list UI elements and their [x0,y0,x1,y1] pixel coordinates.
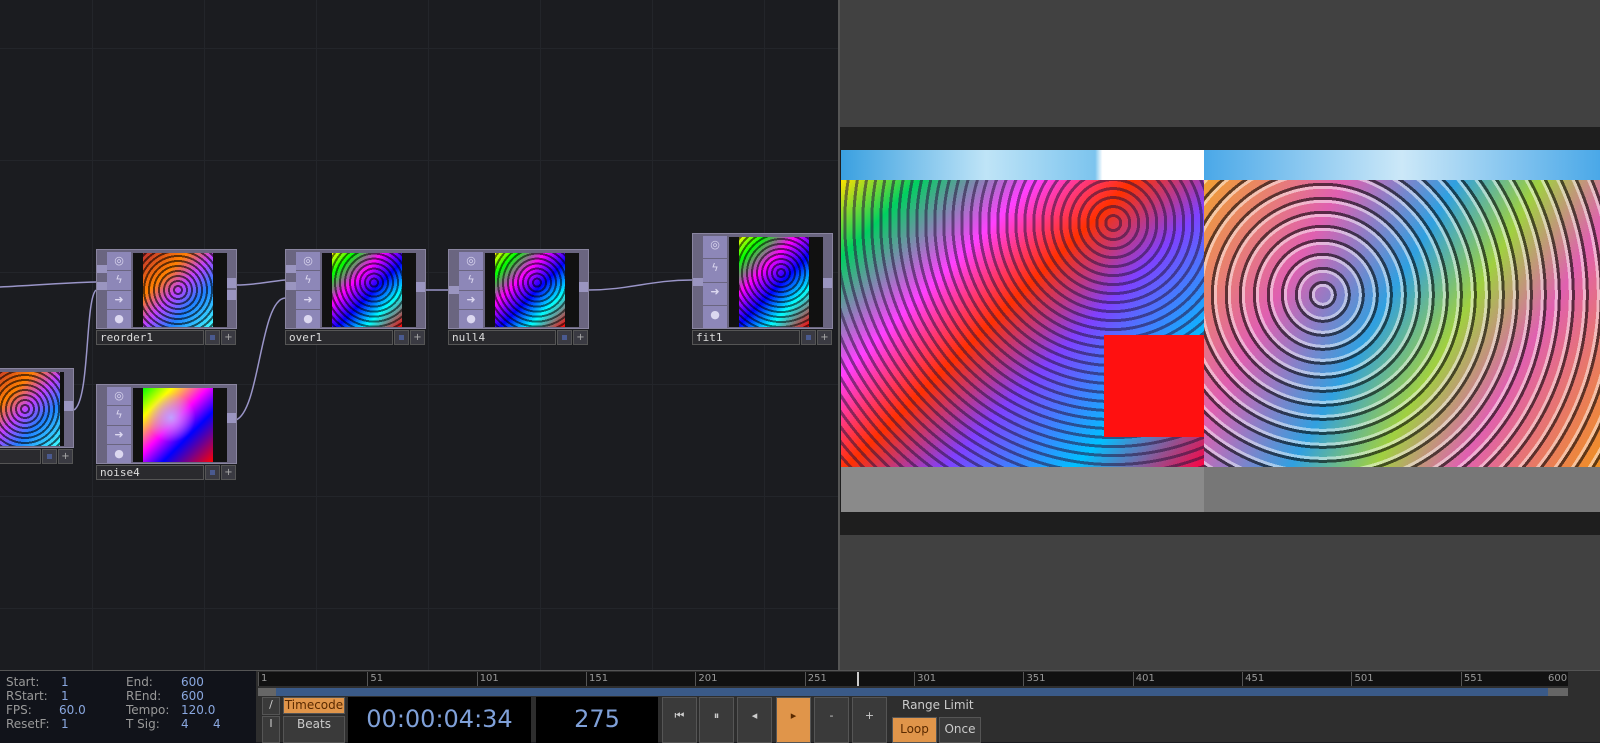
node-label: noise4 [96,465,204,480]
node-label: null4 [448,330,556,345]
start-value[interactable]: 1 [61,675,69,689]
range-limit-label: Range Limit [902,698,974,712]
tsig-numerator[interactable]: 4 [181,717,189,731]
timeline-ruler[interactable]: 1 51 101 151 201 251 301 351 401 451 501 551 600 [258,672,1568,686]
lock-icon[interactable]: ● [296,309,320,328]
ruler-tick: 351 [1023,672,1046,686]
ruler-tick: 201 [695,672,717,686]
bypass-icon[interactable]: ϟ [296,271,320,290]
plus-icon[interactable]: + [573,330,588,345]
loop-button[interactable]: Loop [892,717,937,743]
play-button[interactable]: ▸ [776,697,811,743]
lock-icon[interactable]: ● [107,444,131,463]
node-fit1[interactable]: ◎ ϟ ➜ ● fit1 + [692,233,833,346]
viewer-icon[interactable]: ◎ [703,236,727,259]
start-label: Start: [6,675,40,689]
once-button[interactable]: Once [939,717,981,743]
viewer-icon[interactable]: ◎ [107,252,131,271]
processed-image [841,150,1204,512]
node-label: over1 [285,330,393,345]
rend-label: REnd: [126,689,162,703]
viewer-toggle[interactable] [557,330,572,345]
node-label: reorder1 [96,330,204,345]
pause-button[interactable]: ⏸ [699,697,734,743]
ruler-tick: 401 [1132,672,1155,686]
resetf-label: ResetF: [6,717,50,731]
ruler-tick: 301 [914,672,936,686]
fps-label: FPS: [6,703,32,717]
bypass-icon[interactable]: ϟ [459,271,483,290]
timecode-display[interactable]: 00:00:04:34 [348,697,531,743]
frame-display[interactable]: 275 [536,697,658,743]
plus-icon[interactable]: + [58,449,73,464]
i-button[interactable]: I [262,716,280,743]
end-value[interactable]: 600 [181,675,204,689]
viewer-toggle[interactable] [205,465,220,480]
viewer-icon[interactable]: ◎ [296,252,320,271]
node-partial[interactable]: + [0,368,74,465]
slash-button[interactable]: / [262,697,280,715]
ruler-tick: 600 [1548,673,1568,684]
node-label [0,449,41,464]
viewer-pane[interactable] [840,0,1600,670]
bypass-icon[interactable]: ϟ [107,271,131,290]
rend-value[interactable]: 600 [181,689,204,703]
node-over1[interactable]: ◎ ϟ ➜ ● over1 + [285,249,426,346]
arrow-icon[interactable]: ➜ [459,290,483,309]
time-settings: Start: 1 End: 600 RStart: 1 REnd: 600 FP… [0,671,256,743]
range-bar[interactable] [258,688,1568,696]
playhead[interactable] [857,672,860,686]
rstart-value[interactable]: 1 [61,689,69,703]
viewer-icon[interactable]: ◎ [107,387,131,406]
arrow-icon[interactable]: ➜ [296,290,320,309]
ruler-tick: 551 [1460,672,1483,686]
ruler-tick: 451 [1242,672,1264,686]
plus-icon[interactable]: + [410,330,425,345]
ruler-tick: 101 [476,672,499,686]
ruler-tick: 251 [804,672,827,686]
viewer-toggle[interactable] [801,330,816,345]
timecode-toggle[interactable]: Timecode [283,697,345,714]
step-back-button[interactable]: ◂ [737,697,772,743]
ruler-tick: 151 [586,672,608,686]
tsig-denominator[interactable]: 4 [213,717,221,731]
ruler-tick: 51 [367,672,383,686]
arrow-icon[interactable]: ➜ [703,282,727,305]
end-label: End: [126,675,153,689]
fps-value[interactable]: 60.0 [59,703,86,717]
viewer-toggle[interactable] [394,330,409,345]
bypass-icon[interactable]: ϟ [703,259,727,282]
plus-icon[interactable]: + [221,465,236,480]
source-image [1204,150,1600,512]
timeline: Start: 1 End: 600 RStart: 1 REnd: 600 FP… [0,670,1600,743]
rewind-button[interactable]: ⏮ [662,697,697,743]
node-noise4[interactable]: ◎ ϟ ➜ ● noise4 + [96,384,237,481]
node-reorder1[interactable]: ◎ ϟ ➜ ● reorder1 + [96,249,237,346]
lock-icon[interactable]: ● [107,309,131,328]
lock-icon[interactable]: ● [703,305,727,328]
rstart-label: RStart: [6,689,48,703]
tsig-label: T Sig: [126,717,160,731]
tempo-value[interactable]: 120.0 [181,703,215,717]
viewer-toggle[interactable] [42,449,57,464]
plus-icon[interactable]: + [817,330,832,345]
plus-button[interactable]: + [852,697,887,743]
ruler-tick: 1 [258,672,267,686]
viewer-icon[interactable]: ◎ [459,252,483,271]
node-label: fit1 [692,330,800,345]
ruler-tick: 501 [1351,672,1374,686]
minus-button[interactable]: - [814,697,849,743]
lock-icon[interactable]: ● [459,309,483,328]
viewer-toggle[interactable] [205,330,220,345]
tempo-label: Tempo: [126,703,170,717]
beats-toggle[interactable]: Beats [283,716,345,743]
output-view [840,127,1600,535]
arrow-icon[interactable]: ➜ [107,290,131,309]
plus-icon[interactable]: + [221,330,236,345]
node-null4[interactable]: ◎ ϟ ➜ ● null4 + [448,249,589,346]
resetf-value[interactable]: 1 [61,717,69,731]
network-editor[interactable]: + ◎ ϟ ➜ ● reorder1 + ◎ ϟ ➜ ● over1 + ◎ ϟ ➜ ● null4 +… [0,0,838,670]
arrow-icon[interactable]: ➜ [107,425,131,444]
bypass-icon[interactable]: ϟ [107,406,131,425]
